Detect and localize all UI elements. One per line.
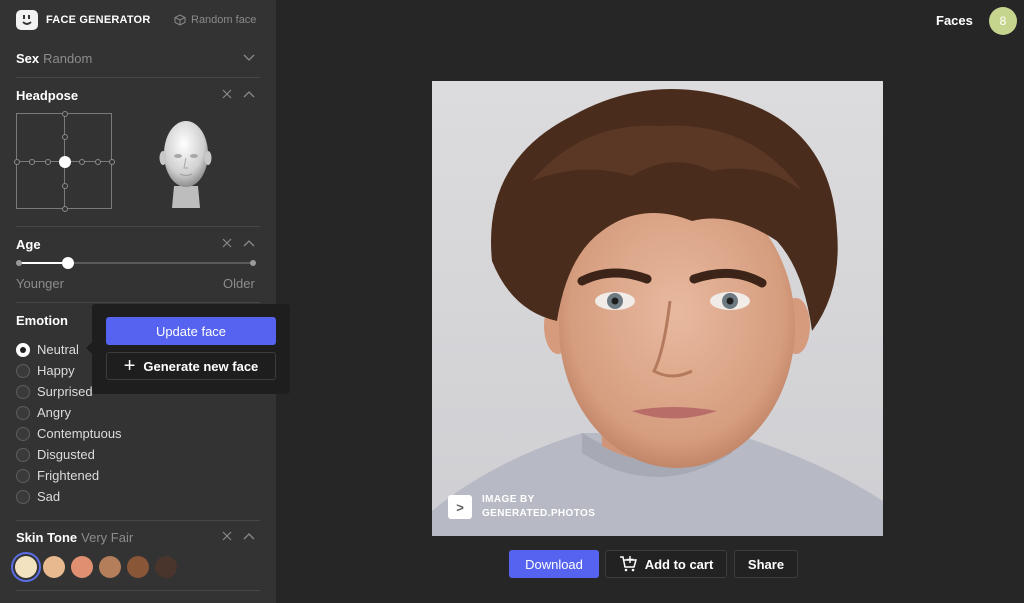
radio[interactable]	[16, 384, 30, 399]
chevron-down-icon[interactable]	[242, 51, 256, 65]
faces-count-badge[interactable]: 8	[989, 7, 1017, 35]
headpose-dot[interactable]	[29, 159, 35, 165]
age-max-label: Older	[223, 276, 255, 291]
add-to-cart-label: Add to cart	[644, 556, 714, 572]
skin-swatch[interactable]	[43, 556, 65, 578]
update-face-button[interactable]: Update face	[106, 317, 276, 345]
divider	[16, 77, 260, 78]
emotion-option-label: Neutral	[37, 342, 79, 357]
chevron-up-icon[interactable]	[242, 87, 256, 101]
app: FACE GENERATOR Random face Sex Random Hea…	[0, 0, 1024, 603]
emotion-option-happy[interactable]: Happy	[16, 363, 75, 378]
radio[interactable]	[16, 447, 30, 462]
chevron-up-icon[interactable]	[242, 236, 256, 250]
headpose-dot[interactable]	[62, 111, 68, 117]
watermark-line2: GENERATED.PHOTOS	[482, 508, 596, 519]
radio[interactable]	[16, 468, 30, 483]
radio[interactable]	[16, 489, 30, 504]
headpose-dot[interactable]	[45, 159, 51, 165]
headpose-handle[interactable]	[59, 156, 71, 168]
age-min-label: Younger	[16, 276, 64, 291]
update-popover: Update face + Generate new face	[86, 304, 290, 394]
headpose-dot[interactable]	[62, 134, 68, 140]
watermark-line1: IMAGE BY	[482, 494, 535, 505]
emotion-option-sad[interactable]: Sad	[16, 489, 60, 504]
divider	[16, 302, 260, 303]
divider	[16, 590, 260, 591]
emotion-option-neutral[interactable]: Neutral	[16, 342, 79, 357]
emotion-option-label: Frightened	[37, 468, 100, 483]
add-to-cart-button[interactable]: Add to cart	[605, 550, 727, 578]
logo-icon	[16, 10, 38, 30]
sex-title: Sex	[16, 51, 40, 66]
skin-swatch[interactable]	[71, 556, 93, 578]
emotion-title: Emotion	[16, 313, 68, 328]
emotion-option-label: Contemptuous	[37, 426, 122, 441]
brand[interactable]: FACE GENERATOR	[16, 10, 150, 30]
watermark-text: IMAGE BY GENERATED.PHOTOS	[482, 493, 595, 521]
random-face-label: Random face	[191, 14, 257, 26]
head-model-icon	[159, 121, 212, 208]
faces-link[interactable]: Faces	[936, 13, 973, 28]
generate-new-face-label: Generate new face	[143, 358, 259, 374]
skin-tone-value: Very Fair	[81, 530, 134, 545]
age-slider-min-dot	[16, 260, 22, 266]
close-icon[interactable]	[220, 529, 234, 543]
brand-name: FACE GENERATOR	[46, 14, 151, 26]
divider	[16, 226, 260, 227]
radio[interactable]	[16, 363, 30, 378]
age-slider-thumb[interactable]	[62, 257, 74, 269]
emotion-option-frightened[interactable]: Frightened	[16, 468, 99, 483]
close-icon[interactable]	[220, 87, 234, 101]
headpose-dot[interactable]	[62, 183, 68, 189]
download-button[interactable]: Download	[509, 550, 599, 578]
radio[interactable]	[16, 426, 30, 441]
sidebar: FACE GENERATOR Random face Sex Random Hea…	[0, 0, 276, 603]
headpose-dot[interactable]	[79, 159, 85, 165]
generated-face-image: > IMAGE BY GENERATED.PHOTOS	[432, 81, 883, 536]
headpose-dot[interactable]	[14, 159, 20, 165]
emotion-option-label: Angry	[37, 405, 71, 420]
emotion-option-disgusted[interactable]: Disgusted	[16, 447, 95, 462]
skin-swatch[interactable]	[155, 556, 177, 578]
emotion-option-label: Disgusted	[37, 447, 95, 462]
share-button[interactable]: Share	[734, 550, 798, 578]
age-slider-max-dot	[250, 260, 256, 266]
headpose-pad[interactable]	[14, 111, 115, 212]
watermark: > IMAGE BY GENERATED.PHOTOS	[448, 493, 595, 521]
headpose-dot[interactable]	[109, 159, 115, 165]
sex-value: Random	[43, 51, 93, 66]
age-slider[interactable]	[16, 257, 256, 269]
headpose-dot[interactable]	[62, 206, 68, 212]
close-icon[interactable]	[220, 236, 234, 250]
emotion-option-angry[interactable]: Angry	[16, 405, 71, 420]
headpose-dot[interactable]	[95, 159, 101, 165]
age-slider-fill	[18, 262, 68, 264]
emotion-option-surprised[interactable]: Surprised	[16, 384, 93, 399]
skin-swatch[interactable]	[15, 556, 37, 578]
random-face-link[interactable]: Random face	[174, 14, 256, 26]
radio[interactable]	[16, 405, 30, 420]
watermark-logo-icon: >	[448, 495, 472, 519]
cube-icon	[174, 14, 186, 26]
emotion-option-label: Surprised	[37, 384, 93, 399]
radio-checked[interactable]	[16, 342, 30, 357]
generate-new-face-button[interactable]: + Generate new face	[106, 352, 276, 380]
divider	[16, 520, 260, 521]
emotion-option-label: Happy	[37, 363, 75, 378]
skin-swatch[interactable]	[99, 556, 121, 578]
headpose-title: Headpose	[16, 88, 79, 103]
plus-icon: +	[123, 355, 136, 377]
chevron-up-icon[interactable]	[242, 529, 256, 543]
skin-swatch[interactable]	[127, 556, 149, 578]
age-title: Age	[16, 237, 41, 252]
emotion-option-contemptuous[interactable]: Contemptuous	[16, 426, 122, 441]
cart-icon	[619, 556, 637, 572]
face-portrait	[432, 81, 883, 536]
emotion-option-label: Sad	[37, 489, 61, 504]
skin-tone-title: Skin Tone	[16, 530, 78, 545]
sex-section[interactable]: Sex Random	[16, 50, 260, 68]
